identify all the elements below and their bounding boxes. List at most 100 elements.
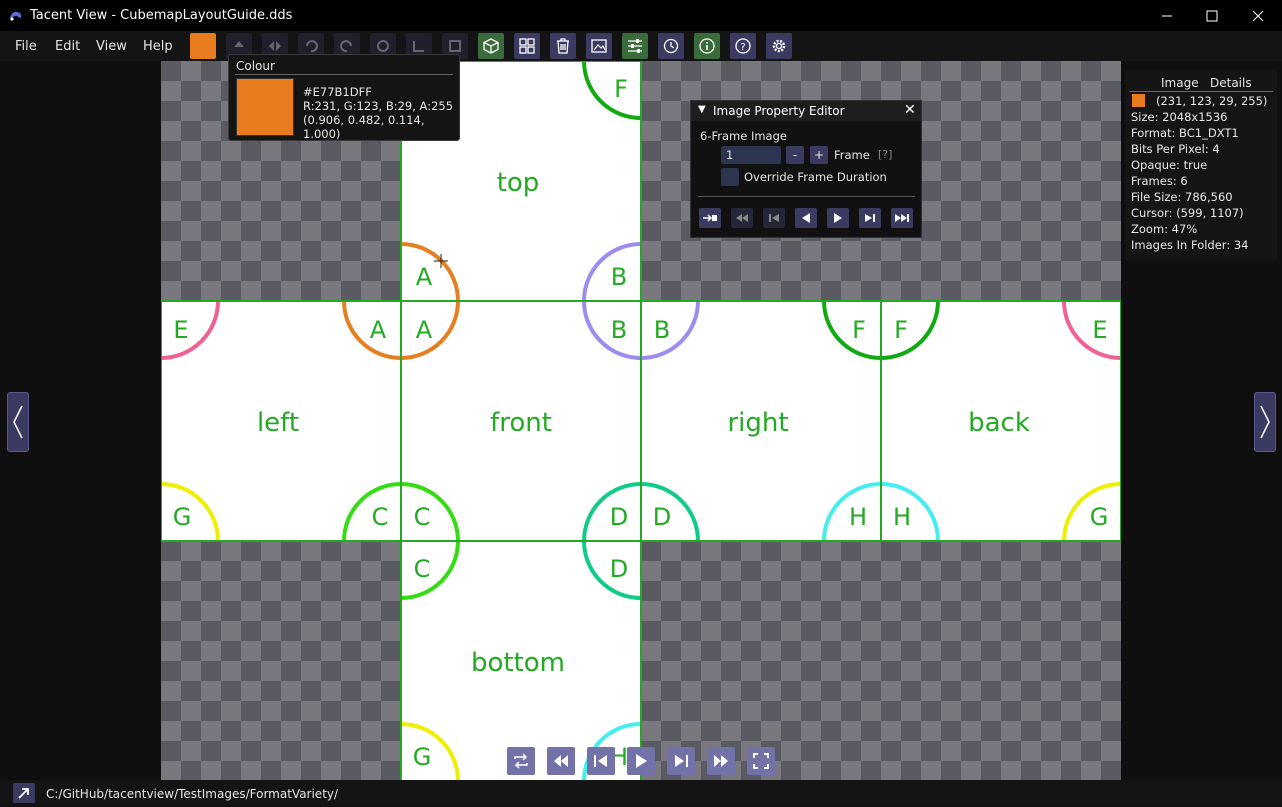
- next-image-button[interactable]: [1254, 392, 1276, 452]
- collapse-triangle-icon[interactable]: ▼: [698, 104, 706, 115]
- contact-sheet-icon[interactable]: [514, 33, 540, 59]
- corner-letter: F: [894, 316, 908, 344]
- corner-letter: C: [414, 555, 431, 583]
- play-reverse-icon[interactable]: [795, 208, 817, 228]
- tab-details[interactable]: Details: [1210, 76, 1252, 90]
- menu-file[interactable]: File: [15, 39, 37, 54]
- face-label-right: right: [727, 408, 788, 438]
- skip-to-first-icon[interactable]: [547, 747, 575, 775]
- frame-decrement-button[interactable]: -: [786, 146, 804, 164]
- colour-preview-swatch: [236, 78, 294, 136]
- corner-letter: B: [611, 316, 627, 344]
- ipe-close-icon[interactable]: ✕: [904, 102, 916, 118]
- colour-hex: #E77B1DFF: [303, 85, 372, 99]
- preferences-sliders-icon[interactable]: [622, 33, 648, 59]
- image-viewport[interactable]: top left front right back bottom F A B E…: [161, 61, 1121, 780]
- frame-increment-button[interactable]: +: [810, 146, 828, 164]
- corner-letter: B: [611, 263, 627, 291]
- override-duration-label: Override Frame Duration: [744, 170, 887, 184]
- loop-to-end-icon[interactable]: [699, 208, 721, 228]
- frame-input[interactable]: 1: [721, 146, 781, 164]
- colour-tooltip: Colour #E77B1DFF R:231, G:123, B:29, A:2…: [228, 54, 460, 141]
- pixel-colour-swatch: [1132, 94, 1145, 107]
- status-bar: C:/GitHub/tacentview/TestImages/FormatVa…: [0, 780, 1282, 806]
- step-back-icon[interactable]: [763, 208, 785, 228]
- cubemap-icon[interactable]: [478, 33, 504, 59]
- corner-letter: E: [173, 316, 188, 344]
- corner-letter: B: [654, 316, 670, 344]
- corner-letter: H: [849, 503, 867, 531]
- help-icon[interactable]: ?: [730, 33, 756, 59]
- colour-swatch-button[interactable]: [190, 33, 216, 59]
- menu-edit[interactable]: Edit: [55, 39, 80, 54]
- detail-row: Format: BC1_DXT1: [1131, 126, 1239, 140]
- frame-label: Frame: [834, 148, 870, 162]
- corner-letter: D: [653, 503, 671, 531]
- ipe-title: Image Property Editor: [713, 104, 845, 118]
- face-label-top: top: [497, 168, 540, 198]
- corner-letter: C: [372, 503, 389, 531]
- next-frame-icon[interactable]: [667, 747, 695, 775]
- detail-row: Size: 2048x1536: [1131, 110, 1228, 124]
- image-details-panel: Image Details (231, 123, 29, 255) Size: …: [1125, 70, 1277, 260]
- fullscreen-icon[interactable]: [747, 747, 775, 775]
- title-bar: Tacent View - CubemapLayoutGuide.dds: [0, 0, 1282, 31]
- corner-letter: G: [173, 503, 192, 531]
- settings-icon[interactable]: [766, 33, 792, 59]
- divider: [235, 74, 453, 75]
- corner-letter: F: [614, 75, 628, 103]
- frame-count-label: 6-Frame Image: [700, 129, 787, 143]
- close-button[interactable]: [1235, 0, 1281, 31]
- detail-row: Frames: 6: [1131, 174, 1188, 188]
- corner-letter: D: [610, 503, 628, 531]
- previous-frame-icon[interactable]: [587, 747, 615, 775]
- skip-to-end-icon[interactable]: [891, 208, 913, 228]
- corner-letter: F: [852, 316, 866, 344]
- maximize-button[interactable]: [1189, 0, 1235, 31]
- detail-row: Images In Folder: 34: [1131, 238, 1249, 252]
- face-label-front: front: [490, 408, 552, 438]
- menu-help[interactable]: Help: [143, 39, 173, 54]
- face-label-back: back: [968, 408, 1030, 438]
- corner-letter: C: [414, 503, 431, 531]
- minimize-button[interactable]: [1144, 0, 1190, 31]
- refresh-icon[interactable]: [658, 33, 684, 59]
- colour-normalized: (0.906, 0.482, 0.114, 1.000): [303, 113, 425, 141]
- loop-icon[interactable]: [507, 747, 535, 775]
- pixel-colour-value: (231, 123, 29, 255): [1156, 94, 1268, 108]
- skip-to-last-icon[interactable]: [707, 747, 735, 775]
- play-icon[interactable]: [627, 747, 655, 775]
- divider: [1129, 91, 1273, 92]
- delete-icon[interactable]: [550, 33, 576, 59]
- menu-view[interactable]: View: [96, 39, 127, 54]
- override-duration-checkbox[interactable]: [721, 168, 739, 186]
- corner-letter: A: [416, 316, 433, 344]
- cubemap-image: top left front right back bottom F A B E…: [161, 61, 1121, 780]
- window-title: Tacent View - CubemapLayoutGuide.dds: [30, 8, 293, 23]
- step-forward-icon[interactable]: [859, 208, 881, 228]
- save-image-icon[interactable]: [586, 33, 612, 59]
- detail-row: File Size: 786,560: [1131, 190, 1233, 204]
- folder-path: C:/GitHub/tacentview/TestImages/FormatVa…: [46, 787, 339, 801]
- face-label-left: left: [257, 408, 299, 438]
- tab-image[interactable]: Image: [1161, 76, 1199, 90]
- previous-image-button[interactable]: [7, 392, 29, 452]
- app-logo-icon: [8, 8, 24, 27]
- corner-letter: G: [413, 743, 432, 771]
- svg-text:?: ?: [740, 42, 745, 53]
- face-label-bottom: bottom: [471, 648, 565, 678]
- frame-help[interactable]: [?]: [878, 148, 892, 161]
- play-forward-icon[interactable]: [827, 208, 849, 228]
- corner-letter: A: [416, 263, 433, 291]
- divider: [698, 196, 915, 197]
- detail-row: Cursor: (599, 1107): [1131, 206, 1244, 220]
- image-property-editor: ▼ Image Property Editor ✕ 6-Frame Image …: [690, 100, 922, 238]
- corner-letter: A: [370, 316, 387, 344]
- up-folder-icon[interactable]: [13, 783, 35, 803]
- skip-to-start-icon[interactable]: [731, 208, 753, 228]
- detail-row: Bits Per Pixel: 4: [1131, 142, 1220, 156]
- colour-tooltip-title: Colour: [236, 59, 275, 73]
- info-icon[interactable]: [694, 33, 720, 59]
- detail-row: Zoom: 47%: [1131, 222, 1198, 236]
- corner-letter: D: [610, 555, 628, 583]
